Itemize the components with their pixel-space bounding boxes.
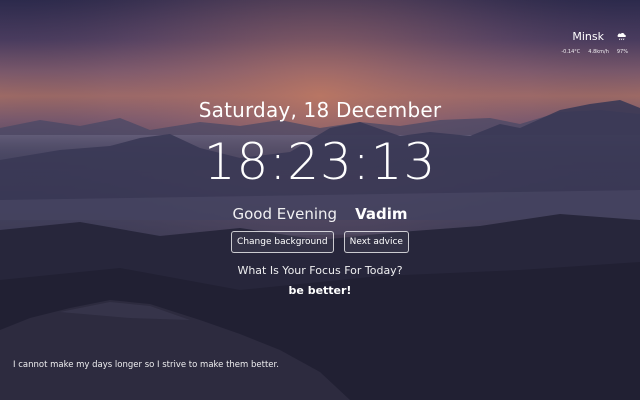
- weather-humidity: 97%: [616, 49, 628, 55]
- focus-question: What Is Your Focus For Today?: [237, 264, 403, 277]
- cloud-rain-icon: [616, 31, 628, 43]
- weather-wind: 4.8km/h: [588, 49, 609, 55]
- background-landscape: [0, 0, 640, 400]
- greeting-text: Good Evening: [232, 205, 338, 223]
- next-advice-button[interactable]: Next advice: [343, 231, 409, 253]
- weather-city: Minsk: [572, 30, 604, 43]
- weather-temperature: -0.14°C: [561, 49, 581, 55]
- date-display: Saturday, 18 December: [198, 98, 442, 122]
- advice-quote: I cannot make my days longer so I strive…: [13, 360, 279, 370]
- clock-display: 18:23:13: [203, 133, 437, 191]
- user-name[interactable]: Vadim: [355, 205, 407, 223]
- greeting: Good Evening Vadim: [0, 205, 640, 223]
- change-background-button[interactable]: Change background: [231, 231, 334, 253]
- action-buttons: Change background Next advice: [0, 231, 640, 253]
- weather-widget: Minsk -0.14°C 4.8km/h 97%: [558, 30, 628, 55]
- focus-input[interactable]: be better!: [0, 284, 640, 297]
